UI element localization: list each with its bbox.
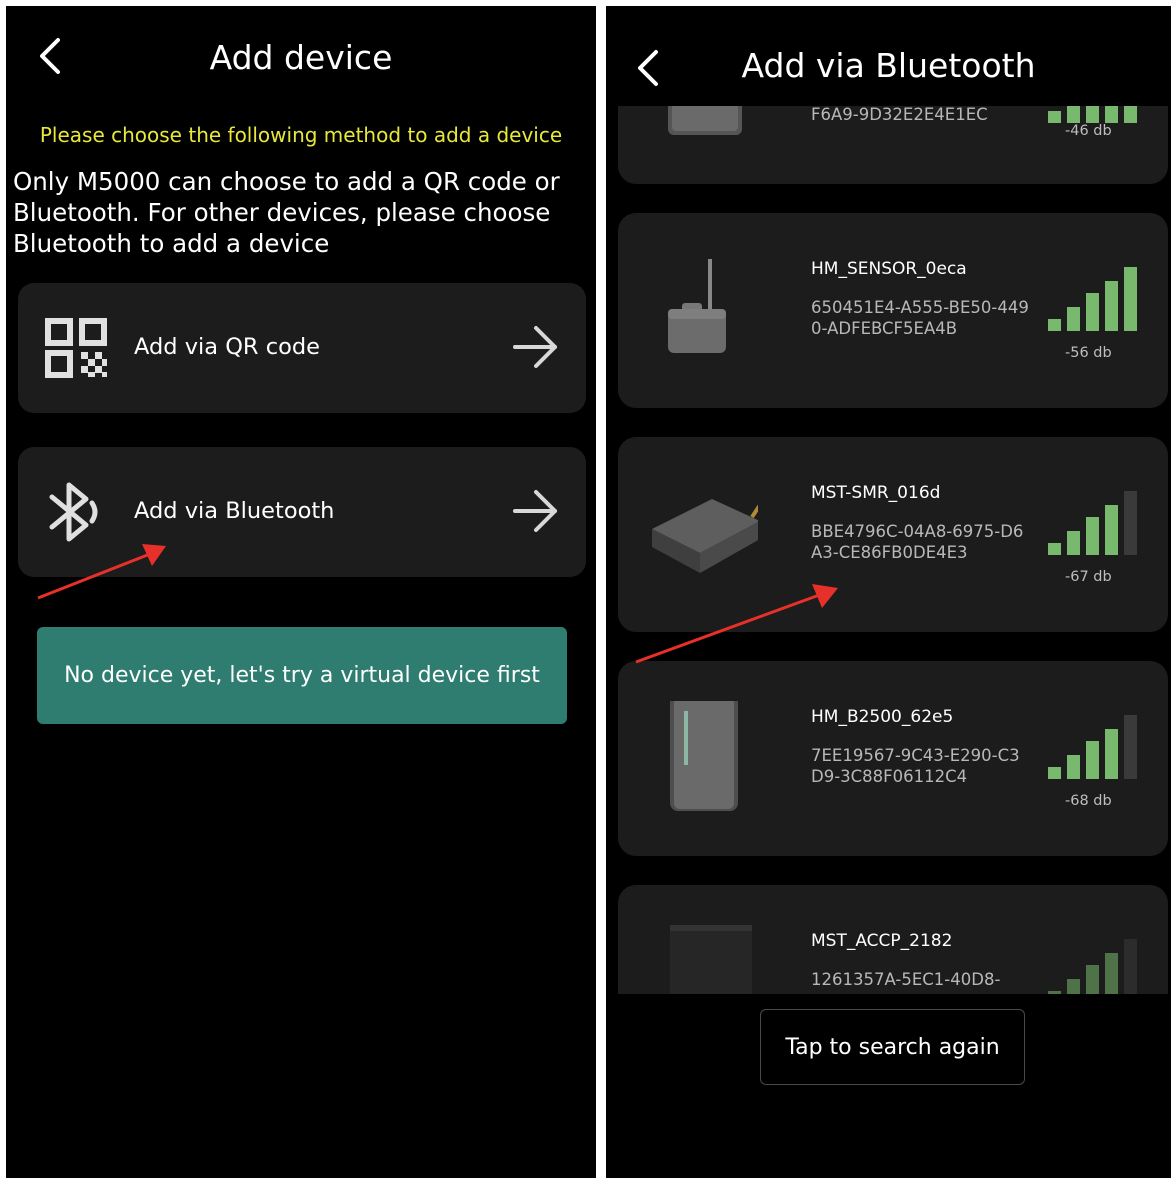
signal-bar [1105,953,1118,994]
signal-db: -67 db [1065,569,1112,585]
arrow-right-icon [513,326,557,368]
signal-bar [1086,965,1099,994]
arrow-right-icon [513,490,557,532]
signal-bar [1067,979,1080,994]
signal-bar [1105,106,1118,123]
device-list[interactable]: F6A9-9D32E2E4E1EC -46 db HM_SENSOR_0eca … [606,106,1171,994]
signal-bar [1105,729,1118,779]
device-card[interactable]: F6A9-9D32E2E4E1EC -46 db [618,106,1168,184]
signal-db: -68 db [1065,793,1112,809]
signal-bar [1086,106,1099,123]
signal-bar [1124,106,1137,123]
device-uuid: F6A9-9D32E2E4E1EC [811,106,988,124]
signal-strength-icon [1048,715,1140,779]
signal-strength-icon [1048,491,1140,555]
signal-strength-icon [1048,267,1140,331]
signal-db: -56 db [1065,345,1112,361]
method-hint: Please choose the following method to ad… [39,123,563,147]
bluetooth-icon [49,482,98,542]
device-card[interactable]: MST-SMR_016d BBE4796C-04A8-6975-D6A3-CE8… [618,437,1168,632]
signal-bar [1086,741,1099,779]
add-device-screen: Add device Please choose the following m… [6,6,596,1178]
virtual-device-button[interactable]: No device yet, let's try a virtual devic… [37,627,567,724]
search-again-button[interactable]: Tap to search again [760,1009,1025,1085]
signal-bar [1086,293,1099,331]
signal-bar [1048,767,1061,779]
signal-bar [1048,319,1061,331]
signal-bar [1124,491,1137,555]
qr-code-icon [45,318,107,378]
signal-db: -46 db [1065,123,1112,139]
signal-bar [1048,543,1061,555]
device-uuid: BBE4796C-04A8-6975-D6A3-CE86FB0DE4E3 [811,522,1024,562]
signal-bar [1124,715,1137,779]
device-uuid: 7EE19567-9C43-E290-C3D9-3C88F06112C4 [811,746,1020,786]
signal-bar [1067,531,1080,555]
page-title: Add device [209,38,393,77]
device-uuid: 1261357A-5EC1-40D8- [811,970,1001,989]
device-name: MST-SMR_016d [811,483,941,503]
signal-strength-icon [1048,106,1140,123]
signal-bar [1067,307,1080,331]
signal-bar [1067,106,1080,123]
device-card[interactable]: HM_B2500_62e5 7EE19567-9C43-E290-C3D9-3C… [618,661,1168,856]
signal-bar [1048,111,1061,123]
device-uuid: 650451E4-A555-BE50-4490-ADFEBCF5EA4B [811,298,1029,338]
device-name: HM_B2500_62e5 [811,707,954,727]
signal-bar [1124,267,1137,331]
storage-cabinet-image [670,925,752,994]
battery-device-image [670,701,738,811]
add-via-bluetooth-screen: Add via Bluetooth F6A9-9D32E2E4E1EC -46 … [606,6,1171,1178]
signal-bar [1067,755,1080,779]
device-card[interactable]: MST_ACCP_2182 1261357A-5EC1-40D8- [618,885,1168,994]
page-title: Add via Bluetooth [741,46,1036,85]
signal-bar [1105,505,1118,555]
signal-bar [1124,939,1137,994]
qr-option-label: Add via QR code [134,334,320,360]
device-name: MST_ACCP_2182 [811,931,953,951]
add-via-qr-code-option[interactable]: Add via QR code [18,283,586,413]
method-description: Only M5000 can choose to add a QR code o… [13,167,560,258]
signal-strength-icon [1048,939,1140,994]
signal-bar [1105,281,1118,331]
signal-bar [1048,991,1061,994]
device-card[interactable]: HM_SENSOR_0eca 650451E4-A555-BE50-4490-A… [618,213,1168,408]
battery-device-image [668,106,742,135]
device-name: HM_SENSOR_0eca [811,259,967,279]
sensor-device-image [668,259,726,353]
bluetooth-option-label: Add via Bluetooth [134,498,335,524]
smart-meter-device-image [652,499,758,573]
add-via-bluetooth-option[interactable]: Add via Bluetooth [18,447,586,577]
signal-bar [1086,517,1099,555]
